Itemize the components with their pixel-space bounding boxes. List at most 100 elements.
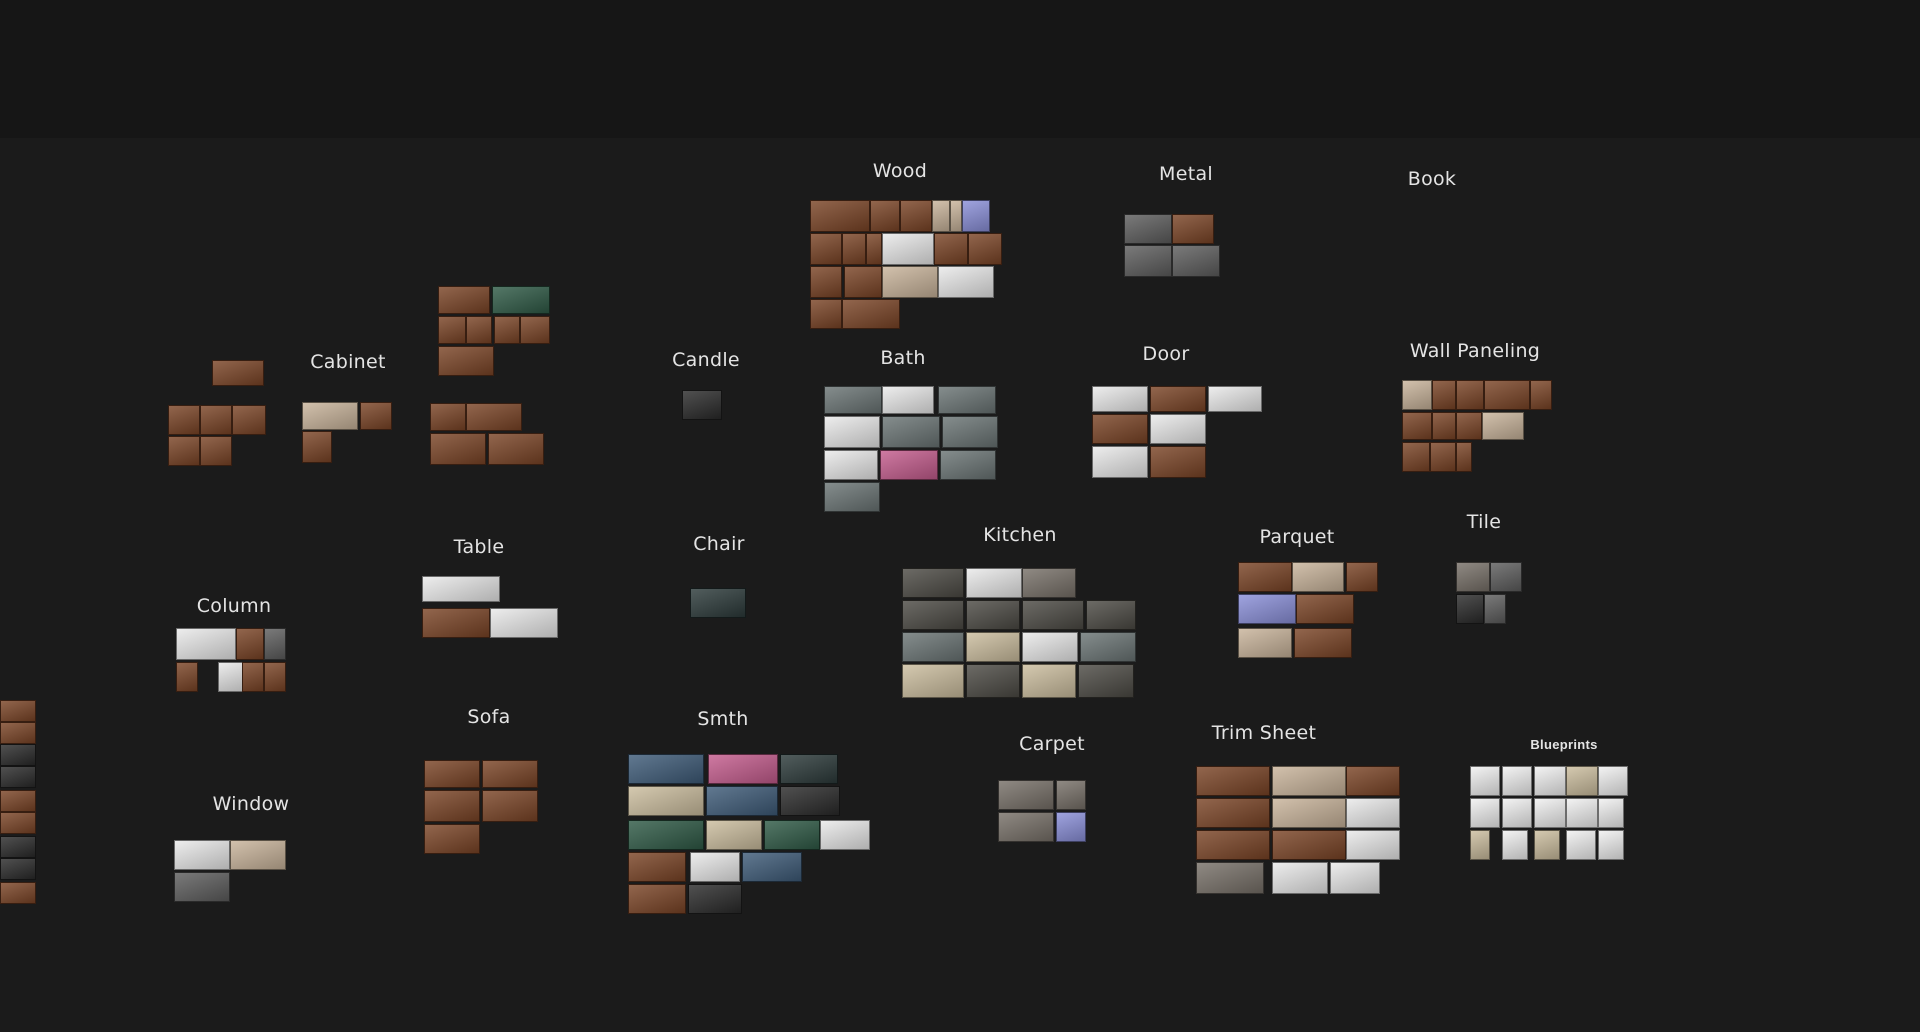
thumbnail-edge-strip[interactable] — [0, 766, 36, 788]
thumbnail-cabinet[interactable] — [438, 346, 494, 376]
thumbnail-blueprints[interactable] — [1470, 798, 1500, 828]
thumbnail-tile[interactable] — [1456, 562, 1490, 592]
thumbnail-cabinet[interactable] — [466, 316, 492, 344]
thumbnail-tile[interactable] — [1456, 594, 1484, 624]
thumbnail-blueprints[interactable] — [1534, 798, 1566, 828]
group-label-bath[interactable]: Bath — [880, 347, 925, 369]
thumbnail-kitchen[interactable] — [902, 664, 964, 698]
thumbnail-bath[interactable] — [882, 416, 940, 448]
thumbnail-kitchen[interactable] — [1022, 632, 1078, 662]
thumbnail-kitchen[interactable] — [1078, 664, 1134, 698]
group-label-parquet[interactable]: Parquet — [1259, 526, 1334, 548]
thumbnail-cabinet[interactable] — [168, 436, 200, 466]
thumbnail-wood[interactable] — [844, 266, 882, 298]
thumbnail-cabinet[interactable] — [430, 403, 466, 431]
thumbnail-parquet[interactable] — [1346, 562, 1378, 592]
thumbnail-edge-strip[interactable] — [0, 812, 36, 834]
thumbnail-wood[interactable] — [870, 200, 900, 232]
thumbnail-wall-paneling[interactable] — [1456, 442, 1472, 472]
group-label-book[interactable]: Book — [1408, 168, 1457, 190]
thumbnail-trim-sheet[interactable] — [1196, 798, 1270, 828]
thumbnail-bath[interactable] — [942, 416, 998, 448]
thumbnail-door[interactable] — [1092, 386, 1148, 412]
group-label-smth[interactable]: Smth — [697, 708, 748, 730]
thumbnail-trim-sheet[interactable] — [1196, 862, 1264, 894]
group-label-cabinet[interactable]: Cabinet — [310, 351, 386, 373]
thumbnail-smth[interactable] — [780, 786, 840, 816]
thumbnail-parquet[interactable] — [1238, 594, 1296, 624]
thumbnail-kitchen[interactable] — [1022, 600, 1084, 630]
thumbnail-table[interactable] — [422, 608, 490, 638]
thumbnail-chair[interactable] — [690, 588, 746, 618]
thumbnail-kitchen[interactable] — [966, 600, 1020, 630]
thumbnail-cabinet[interactable] — [360, 402, 392, 430]
thumbnail-cabinet[interactable] — [466, 403, 522, 431]
thumbnail-wood[interactable] — [810, 299, 842, 329]
thumbnail-blueprints[interactable] — [1598, 798, 1624, 828]
thumbnail-wood[interactable] — [934, 233, 968, 265]
thumbnail-wood[interactable] — [842, 299, 900, 329]
thumbnail-wood[interactable] — [900, 200, 932, 232]
thumbnail-sofa[interactable] — [424, 760, 480, 788]
thumbnail-carpet[interactable] — [1056, 812, 1086, 842]
thumbnail-blueprints[interactable] — [1502, 830, 1528, 860]
group-label-candle[interactable]: Candle — [672, 349, 740, 371]
thumbnail-parquet[interactable] — [1294, 628, 1352, 658]
thumbnail-blueprints[interactable] — [1502, 798, 1532, 828]
thumbnail-kitchen[interactable] — [1086, 600, 1136, 630]
thumbnail-wall-paneling[interactable] — [1530, 380, 1552, 410]
thumbnail-column[interactable] — [236, 628, 264, 660]
group-label-trim-sheet[interactable]: Trim Sheet — [1212, 722, 1316, 744]
thumbnail-sofa[interactable] — [482, 760, 538, 788]
thumbnail-smth[interactable] — [628, 754, 704, 784]
thumbnail-cabinet[interactable] — [488, 433, 544, 465]
thumbnail-sofa[interactable] — [424, 790, 480, 822]
thumbnail-wall-paneling[interactable] — [1402, 380, 1432, 410]
group-label-wall-paneling[interactable]: Wall Paneling — [1410, 340, 1540, 362]
thumbnail-wall-paneling[interactable] — [1402, 442, 1430, 472]
thumbnail-edge-strip[interactable] — [0, 700, 36, 722]
thumbnail-bath[interactable] — [882, 386, 934, 414]
thumbnail-wood[interactable] — [938, 266, 994, 298]
thumbnail-wall-paneling[interactable] — [1484, 380, 1530, 410]
thumbnail-cabinet[interactable] — [212, 360, 264, 386]
thumbnail-trim-sheet[interactable] — [1272, 862, 1328, 894]
thumbnail-blueprints[interactable] — [1566, 766, 1598, 796]
thumbnail-trim-sheet[interactable] — [1196, 830, 1270, 860]
thumbnail-edge-strip[interactable] — [0, 744, 36, 766]
thumbnail-smth[interactable] — [688, 884, 742, 914]
group-label-metal[interactable]: Metal — [1159, 163, 1213, 185]
thumbnail-kitchen[interactable] — [966, 568, 1022, 598]
thumbnail-trim-sheet[interactable] — [1272, 798, 1346, 828]
thumbnail-tile[interactable] — [1484, 594, 1506, 624]
thumbnail-trim-sheet[interactable] — [1346, 830, 1400, 860]
thumbnail-parquet[interactable] — [1238, 562, 1292, 592]
thumbnail-wood[interactable] — [882, 233, 934, 265]
thumbnail-smth[interactable] — [628, 820, 704, 850]
thumbnail-metal[interactable] — [1172, 214, 1214, 244]
thumbnail-column[interactable] — [176, 628, 236, 660]
thumbnail-metal[interactable] — [1124, 245, 1172, 277]
group-label-column[interactable]: Column — [197, 595, 272, 617]
thumbnail-parquet[interactable] — [1238, 628, 1292, 658]
thumbnail-wood[interactable] — [882, 266, 938, 298]
thumbnail-wood[interactable] — [950, 200, 962, 232]
thumbnail-cabinet[interactable] — [302, 431, 332, 463]
thumbnail-door[interactable] — [1208, 386, 1262, 412]
thumbnail-window[interactable] — [230, 840, 286, 870]
thumbnail-wood[interactable] — [932, 200, 950, 232]
thumbnail-parquet[interactable] — [1292, 562, 1344, 592]
thumbnail-door[interactable] — [1150, 386, 1206, 412]
thumbnail-door[interactable] — [1150, 446, 1206, 478]
thumbnail-bath[interactable] — [824, 450, 878, 480]
thumbnail-wood[interactable] — [810, 266, 842, 298]
thumbnail-metal[interactable] — [1172, 245, 1220, 277]
thumbnail-wood[interactable] — [842, 233, 866, 265]
thumbnail-kitchen[interactable] — [1022, 568, 1076, 598]
thumbnail-trim-sheet[interactable] — [1272, 766, 1346, 796]
moodboard-canvas[interactable]: Wood Metal Book Cabinet Candle Bath Door… — [0, 0, 1920, 1032]
thumbnail-kitchen[interactable] — [966, 664, 1020, 698]
thumbnail-wood[interactable] — [866, 233, 882, 265]
thumbnail-wood[interactable] — [810, 200, 870, 232]
thumbnail-column[interactable] — [176, 662, 198, 692]
